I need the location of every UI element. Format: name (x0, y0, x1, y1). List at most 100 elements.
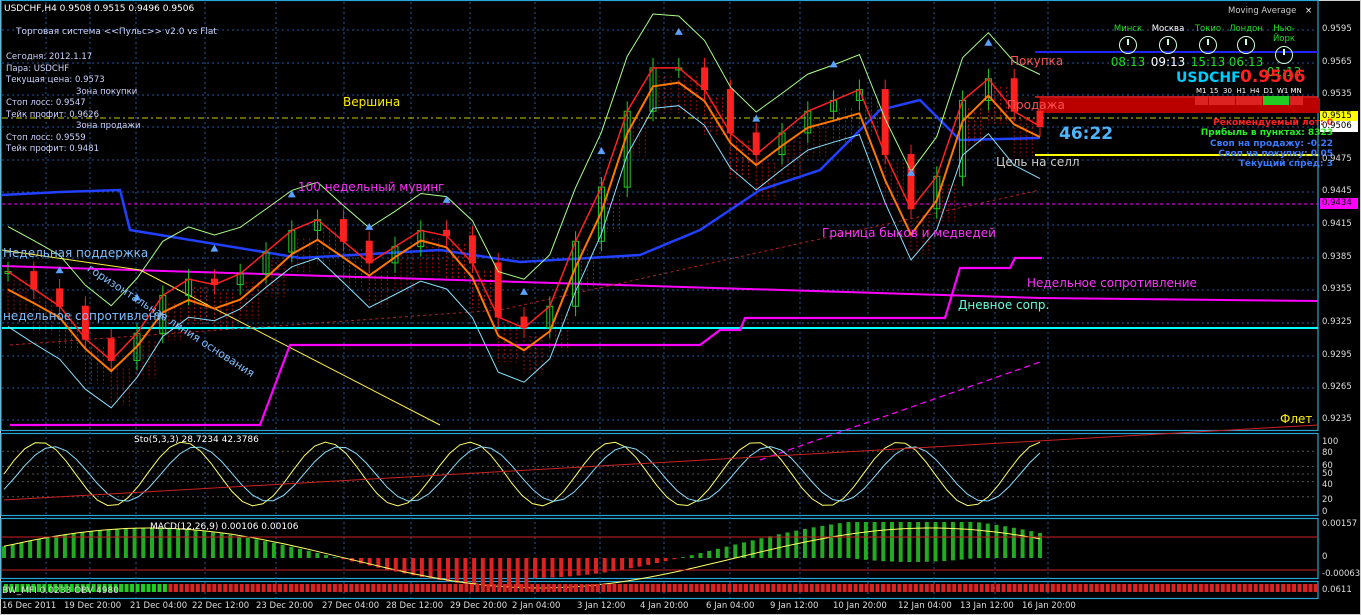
timeframe-cell (1195, 96, 1208, 105)
mfi-bar (415, 584, 420, 592)
candle-body (30, 271, 38, 290)
mfi-bar (1089, 584, 1094, 592)
mfi-bar (645, 584, 650, 592)
mfi-bar (1078, 584, 1083, 592)
mfi-bar (891, 584, 896, 592)
macd-tick: -0.00063 (1322, 569, 1361, 579)
recommended-lot: Рекомендуемый лот: 0 (1213, 118, 1333, 128)
quote-price: 0.9506 (1240, 67, 1306, 87)
mfi-bar (979, 584, 984, 592)
mfi-bar (1166, 584, 1171, 592)
mfi-bar (387, 584, 392, 592)
macd-bar (176, 528, 181, 558)
annotation-vershina: Вершина (343, 95, 401, 109)
annotation-buy: Покупка (1010, 54, 1064, 68)
mfi-bar (689, 584, 694, 592)
macd-bar (707, 550, 712, 558)
price-tick: 0.9565 (1322, 57, 1352, 67)
mfi-bar (870, 584, 875, 592)
macd-bar (646, 558, 651, 565)
mfi-bar (535, 584, 540, 592)
mfi-bar (798, 584, 803, 592)
mfi-bar (464, 584, 469, 592)
mfi-bar (1111, 584, 1116, 592)
mfi-bar (1171, 584, 1176, 592)
macd-bar (419, 558, 424, 578)
mfi-bar (754, 584, 759, 592)
candle-body (881, 89, 889, 156)
macd-bar (1011, 527, 1016, 558)
candle-body (701, 67, 709, 91)
macd-bar (2, 546, 6, 558)
mfi-bar (1018, 584, 1023, 592)
mfi-bar (974, 584, 979, 592)
mfi-bar (826, 584, 831, 592)
time-tick: 23 Dec 20:00 (256, 601, 314, 611)
time-tick: 22 Dec 12:00 (192, 601, 250, 611)
spread: Текущий спред: 3 (1238, 159, 1333, 169)
stoch-tick: 40 (1322, 480, 1333, 490)
mfi-bar (513, 584, 518, 592)
mfi-bar (201, 584, 206, 592)
timeframe-cell (1289, 96, 1303, 105)
mfi-bar (913, 584, 918, 592)
macd-bar (524, 558, 529, 588)
macd-bar (855, 522, 860, 559)
macd-bar (567, 558, 572, 577)
mfi-bar (420, 584, 425, 592)
stoch-tick: 50 (1322, 469, 1333, 479)
mfi-bar (343, 584, 348, 592)
macd-bar (437, 558, 442, 581)
mfi-bar (552, 584, 557, 592)
macd-bar (411, 558, 416, 576)
mfi-bar (1067, 584, 1072, 592)
mfi-bar (711, 584, 716, 592)
mfi-bar (469, 584, 474, 592)
mfi-bar (787, 584, 792, 592)
mfi-bar (195, 584, 200, 592)
macd-bar (689, 555, 694, 558)
mfi-bar (886, 584, 891, 592)
macd-bar (759, 538, 764, 558)
mfi-bar (656, 584, 661, 592)
macd-bar (837, 523, 842, 558)
stoch-tick: 80 (1322, 448, 1333, 458)
price-tick: 0.9265 (1322, 382, 1352, 392)
mfi-bar (327, 584, 332, 592)
mfi-bar (1242, 584, 1247, 592)
macd-bar (498, 558, 503, 588)
mfi-bar (1248, 584, 1253, 592)
mfi-bar (1308, 584, 1313, 592)
stoch-tick: 20 (1322, 495, 1333, 505)
mfi-bar (1204, 584, 1209, 592)
macd-bar (184, 529, 189, 558)
macd-bar (585, 558, 590, 575)
macd-bar (237, 536, 242, 558)
fractal-arrow (674, 27, 683, 35)
mfi-bar (1001, 584, 1006, 592)
close-icon[interactable]: × (1305, 6, 1312, 16)
mfi-bar (135, 584, 140, 592)
mfi-bar (1007, 584, 1012, 592)
mfi-bar (530, 584, 535, 592)
time-tick: 13 Jan 12:00 (960, 601, 1014, 611)
swap-sell: Своп на продажу: -0.22 (1210, 139, 1333, 149)
mfi-bar (1160, 584, 1165, 592)
mfi-bar (1303, 584, 1308, 592)
mfi-bar (179, 584, 184, 592)
mfi-bar (924, 584, 929, 592)
info-pair: Пара: USDCHF (6, 63, 70, 74)
macd-bar (480, 558, 485, 586)
mfi-bar (694, 584, 699, 592)
mfi-bar (743, 584, 748, 592)
mfi-bar (146, 584, 151, 592)
macd-bar (681, 557, 686, 558)
annotation-moving100: 100 недельный мувинг (298, 180, 445, 194)
mfi-bar (985, 584, 990, 592)
mfi-bar (941, 584, 946, 592)
annotation-weekly-resistance-left: недельное сопротивлени (3, 309, 165, 323)
annotation-flat: Флет (1280, 412, 1313, 426)
mfi-bar (305, 584, 310, 592)
indicator-tab[interactable]: Moving Average × (1228, 6, 1312, 16)
mfi-bar (1281, 584, 1286, 592)
